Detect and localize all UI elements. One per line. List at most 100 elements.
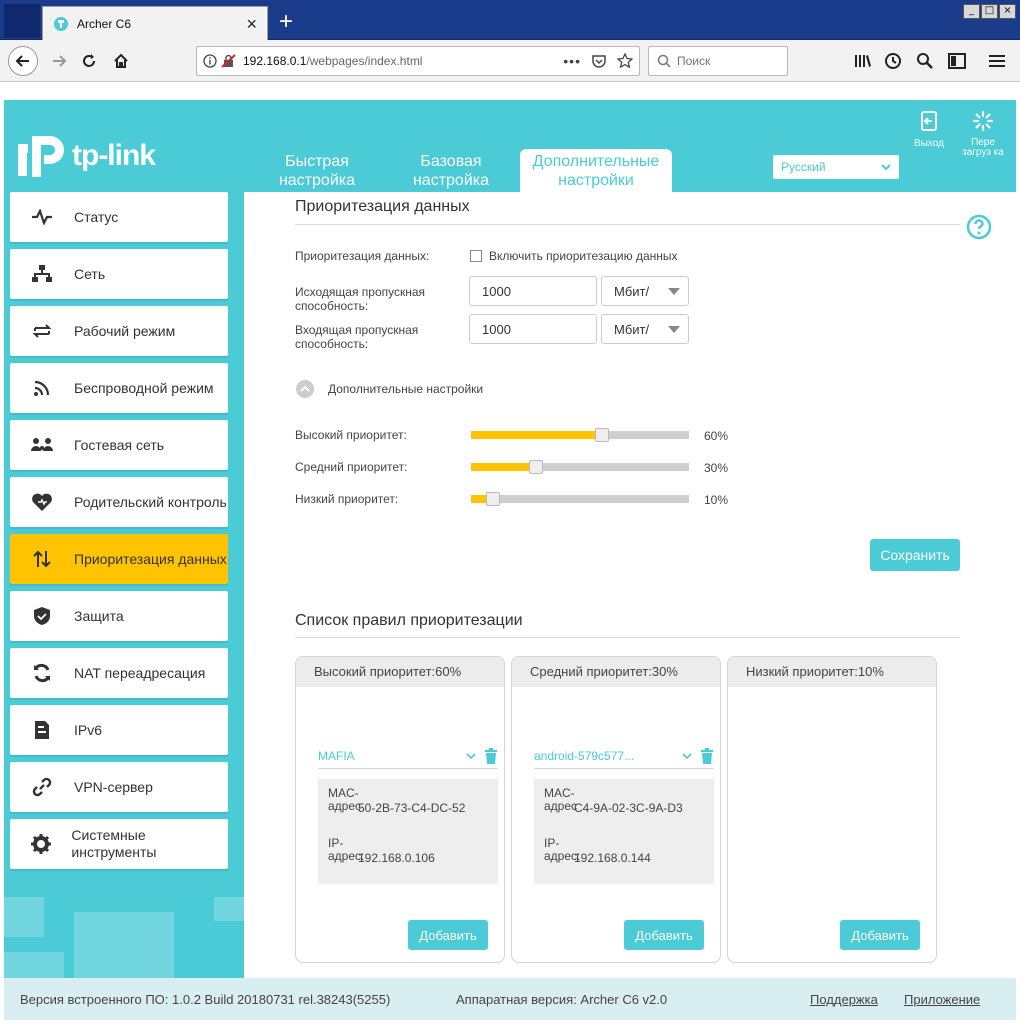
url-path: /webpages/index.html [306, 54, 423, 68]
dropdown-arrow-icon [668, 287, 680, 295]
sidebar-item-label: VPN-сервер [74, 778, 153, 795]
divider [295, 637, 960, 638]
logout-button[interactable]: Выход [907, 110, 951, 149]
page-actions-icon[interactable]: ••• [563, 53, 581, 69]
download-bandwidth-input[interactable] [469, 314, 597, 344]
search-input[interactable] [677, 54, 777, 68]
qos-enable-checkbox[interactable] [470, 250, 482, 262]
reload-button[interactable] [74, 46, 104, 76]
main-content: Приоритезация данных Приоритезация данны… [244, 192, 1016, 978]
trash-icon[interactable] [484, 747, 498, 764]
upload-bandwidth-input[interactable] [469, 276, 597, 306]
browser-toolbar: 192.168.0.1/webpages/index.html ••• [0, 40, 1020, 82]
tab-strip-left-area [4, 4, 40, 38]
rule-entry[interactable]: MAFIA [318, 743, 498, 769]
add-rule-button[interactable]: Добавить [408, 920, 488, 950]
chevron-down-icon[interactable] [682, 752, 692, 760]
slider-thumb[interactable] [486, 492, 500, 506]
tab-advanced[interactable]: Дополнительные настройки [520, 149, 672, 192]
sidebar-item-guest-network[interactable]: Гостевая сеть [10, 420, 228, 470]
ipv6-icon [10, 720, 74, 740]
trash-icon[interactable] [700, 747, 714, 764]
sidebar-item-label: IPv6 [74, 721, 103, 738]
qos-enable-label: Приоритезация данных: [295, 249, 430, 263]
slider-thumb[interactable] [529, 460, 543, 474]
history-button[interactable] [882, 50, 904, 72]
wifi-icon [10, 379, 74, 397]
sidebar-item-system-tools[interactable]: Системные инструменты [10, 819, 228, 869]
sidebar-item-operation-mode[interactable]: Рабочий режим [10, 306, 228, 356]
sidebar-item-parental-control[interactable]: Родительский контроль [10, 477, 228, 527]
sidebar-item-label: Родительский контроль [74, 493, 227, 510]
advanced-settings-label: Дополнительные настройки [328, 382, 484, 396]
save-button[interactable]: Сохранить [870, 539, 960, 571]
zoom-button[interactable] [914, 50, 936, 72]
search-box[interactable] [648, 46, 788, 76]
home-button[interactable] [106, 46, 136, 76]
reload-icon [83, 54, 95, 67]
menu-button[interactable] [986, 50, 1008, 72]
sidebar-item-vpn-server[interactable]: VPN-сервер [10, 762, 228, 812]
tplink-logo-icon [18, 136, 64, 177]
download-unit-select[interactable]: Мбит/ [601, 314, 689, 344]
shield-icon [10, 606, 74, 626]
library-button[interactable] [852, 50, 874, 72]
app-link[interactable]: Приложение [904, 992, 980, 1007]
forward-button[interactable] [44, 46, 74, 76]
clock-icon [885, 53, 901, 69]
add-rule-button[interactable]: Добавить [840, 920, 920, 950]
reader-view-button[interactable] [946, 50, 968, 72]
help-button[interactable] [966, 214, 992, 243]
sidebar-item-network[interactable]: Сеть [10, 249, 228, 299]
insecure-lock-icon[interactable] [221, 54, 237, 68]
mode-icon [10, 322, 74, 340]
sidebar-item-ipv6[interactable]: IPv6 [10, 705, 228, 755]
pocket-icon[interactable] [591, 53, 607, 69]
high-priority-slider[interactable] [471, 428, 689, 442]
sidebar-item-security[interactable]: Защита [10, 591, 228, 641]
sidebar-item-wireless[interactable]: Беспроводной режим [10, 363, 228, 413]
sidebar-item-qos[interactable]: Приоритезация данных [10, 534, 228, 584]
chevron-down-icon[interactable] [466, 752, 476, 760]
medium-priority-slider[interactable] [471, 460, 689, 474]
reboot-button[interactable]: Пере загруз ка [961, 110, 1005, 158]
bookmark-star-icon[interactable] [617, 53, 633, 69]
rule-name[interactable]: android-579c577... [534, 749, 682, 763]
maximize-button[interactable]: □ [981, 4, 998, 19]
sidebar-item-label: Беспроводной режим [74, 379, 214, 396]
tab-quick-setup[interactable]: Быстрая настройка [270, 149, 364, 192]
low-priority-slider[interactable] [471, 492, 689, 506]
tplink-logo[interactable]: tp-link [12, 130, 156, 182]
close-window-button[interactable]: × [999, 4, 1016, 19]
language-value: Русский [781, 160, 826, 174]
browser-tab[interactable]: Archer C6 × [42, 6, 268, 40]
ip-value: 192.168.0.144 [574, 851, 651, 865]
add-rule-button[interactable]: Добавить [624, 920, 704, 950]
support-link[interactable]: Поддержка [810, 992, 878, 1007]
help-icon [966, 214, 992, 240]
hardware-version: Аппаратная версия: Archer C6 v2.0 [456, 992, 668, 1007]
sidebar-item-label: Статус [74, 208, 119, 225]
language-select[interactable]: Русский [772, 154, 900, 180]
logout-label: Выход [914, 138, 944, 149]
minimize-button[interactable]: _ [963, 4, 980, 19]
qos-enable-checkbox-label[interactable]: Включить приоритезацию данных [489, 249, 678, 263]
url-text[interactable]: 192.168.0.1/webpages/index.html [243, 54, 563, 68]
reboot-spinner-icon [972, 110, 994, 132]
sort-arrows-icon [10, 550, 74, 568]
slider-thumb[interactable] [595, 428, 609, 442]
url-bar[interactable]: 192.168.0.1/webpages/index.html ••• [196, 46, 640, 76]
tab-basic[interactable]: Базовая настройка [404, 149, 498, 192]
sidebar-item-status[interactable]: Статус [10, 192, 228, 242]
rule-entry[interactable]: android-579c577... [534, 743, 714, 769]
tab-close-icon[interactable]: × [246, 15, 257, 33]
sidebar-item-nat-forwarding[interactable]: NAT переадресация [10, 648, 228, 698]
rule-name[interactable]: MAFIA [318, 749, 466, 763]
new-tab-button[interactable]: + [274, 8, 298, 36]
divider [295, 224, 960, 225]
ip-value: 192.168.0.106 [358, 851, 435, 865]
back-button[interactable] [8, 46, 38, 76]
upload-unit-select[interactable]: Мбит/ [601, 276, 689, 306]
info-icon[interactable] [203, 54, 217, 68]
advanced-settings-toggle[interactable]: Дополнительные настройки [295, 379, 483, 399]
